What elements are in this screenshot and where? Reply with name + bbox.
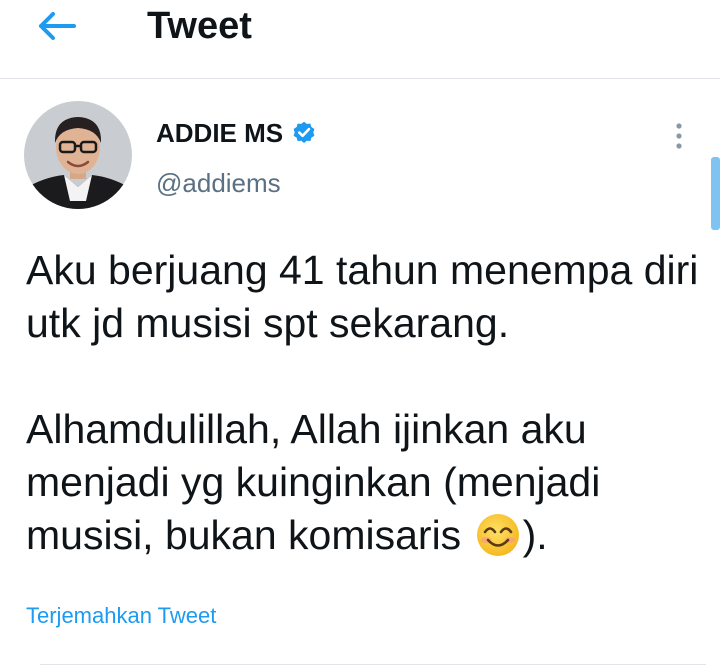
back-button[interactable]: [30, 8, 82, 44]
more-vertical-icon: [676, 123, 682, 149]
tweet-paragraph-2-end: ).: [522, 512, 548, 558]
profile-photo: [24, 101, 132, 209]
tweet-paragraph-2: Alhamdulillah, Allah ijinkan aku menjadi…: [26, 403, 706, 562]
smiling-face-emoji-icon: [475, 512, 521, 558]
tweet-text: Aku berjuang 41 tahun menempa diri utk j…: [26, 244, 706, 562]
page-title: Tweet: [147, 5, 252, 47]
tweet-paragraph-1: Aku berjuang 41 tahun menempa diri utk j…: [26, 247, 699, 346]
scrollbar-thumb[interactable]: [711, 157, 720, 230]
divider: [40, 664, 706, 665]
author-display-name[interactable]: ADDIE MS: [156, 118, 283, 148]
author-name-row[interactable]: ADDIE MS: [156, 118, 317, 148]
more-options-button[interactable]: [666, 118, 692, 154]
translate-tweet-link[interactable]: Terjemahkan Tweet: [26, 602, 216, 630]
top-app-bar: Tweet: [0, 0, 720, 79]
verified-badge-icon: [291, 120, 317, 146]
author-handle[interactable]: @addiems: [156, 168, 281, 198]
arrow-left-icon: [39, 12, 76, 40]
avatar[interactable]: [24, 101, 132, 209]
